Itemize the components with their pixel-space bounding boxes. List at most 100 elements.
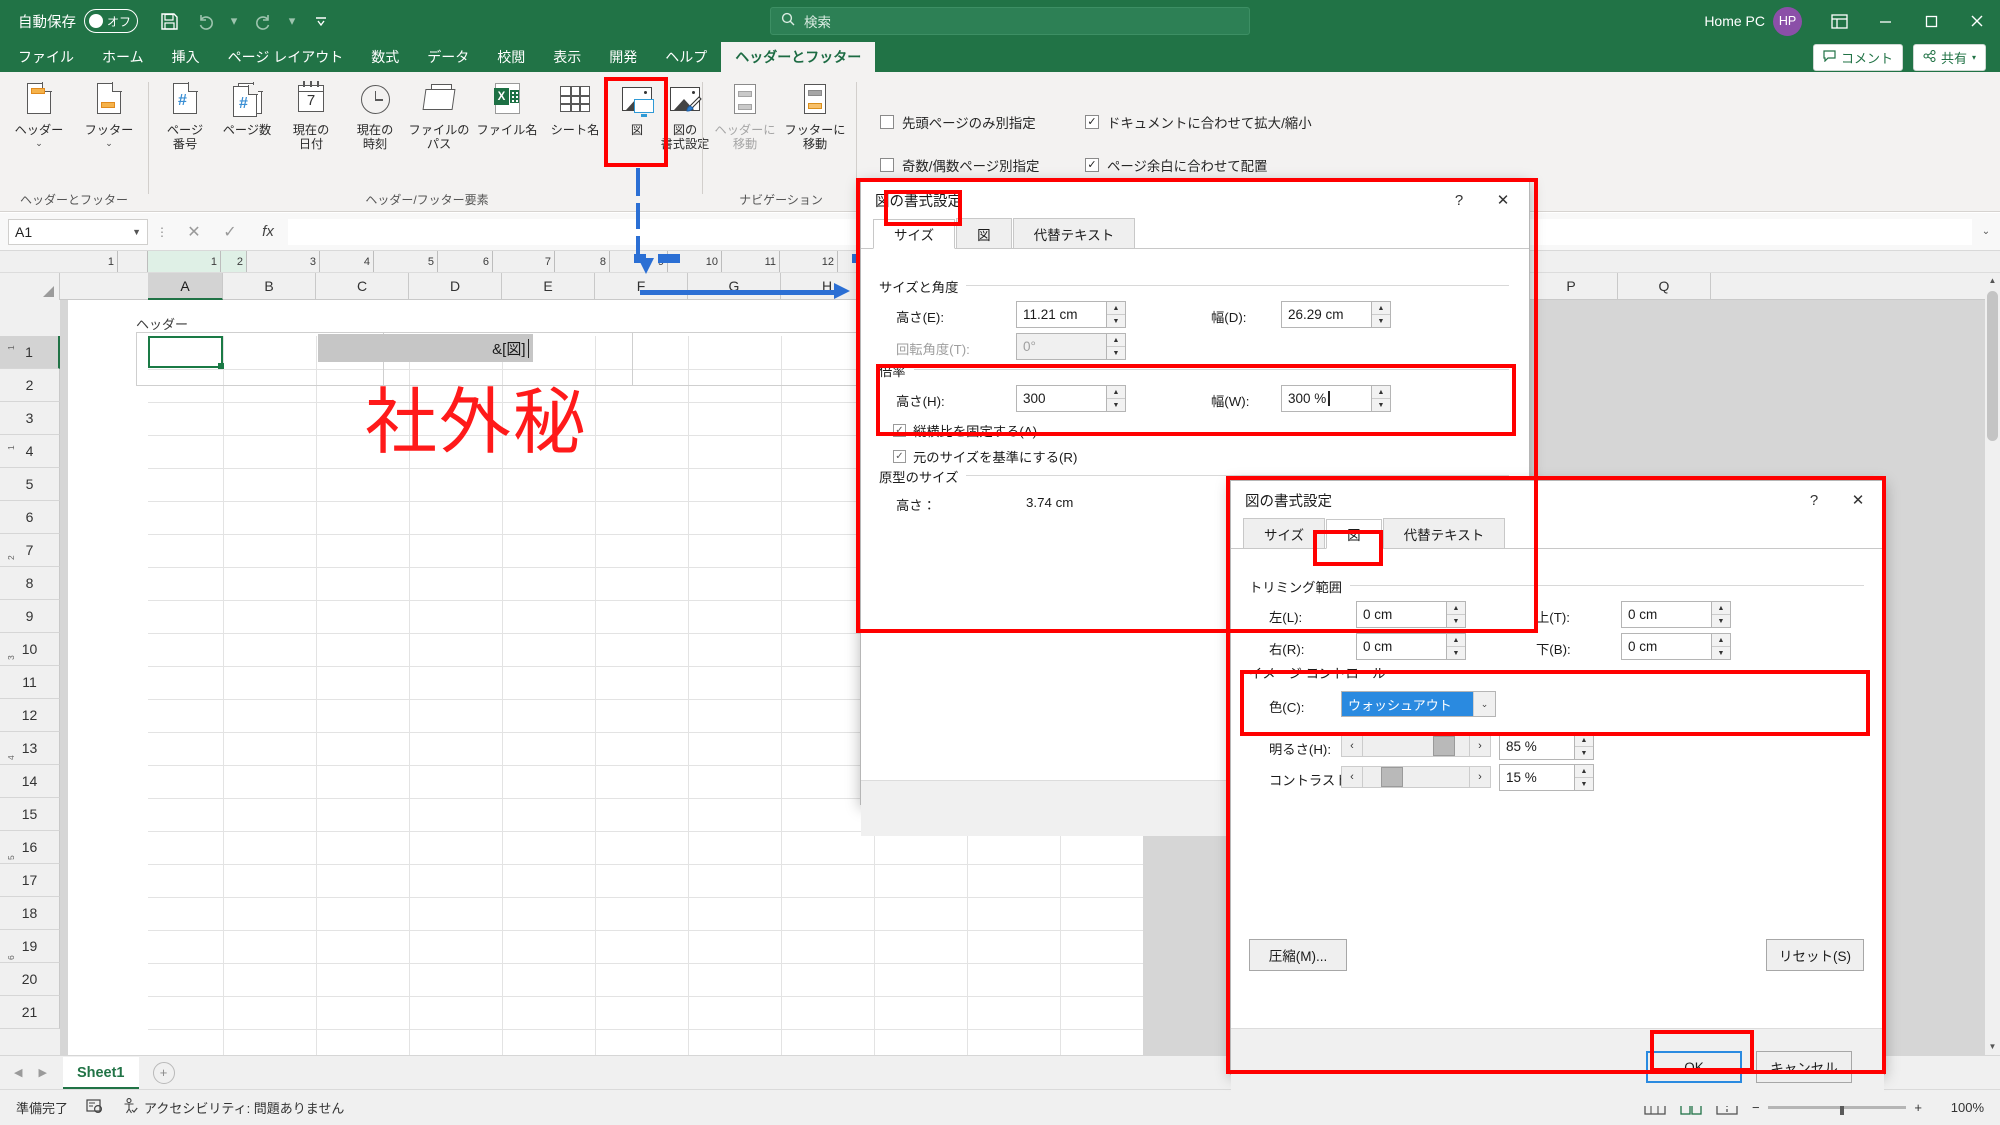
- slider-track[interactable]: [1363, 766, 1469, 788]
- brightness-input[interactable]: 85 %: [1499, 733, 1575, 760]
- current-date-button[interactable]: 7 現在の 日付: [278, 80, 344, 152]
- vertical-scroll-thumb[interactable]: [1987, 291, 1998, 441]
- sheet-name-button[interactable]: シート名: [542, 80, 608, 137]
- slider-left-icon[interactable]: ‹: [1341, 735, 1363, 757]
- scale-height-spinner[interactable]: 300 ▲▼: [1016, 385, 1126, 412]
- help-icon[interactable]: ?: [1792, 483, 1836, 517]
- column-header-q[interactable]: Q: [1618, 273, 1711, 300]
- file-path-button[interactable]: ファイルの パス: [406, 80, 472, 152]
- page-number-button[interactable]: # ページ 番号: [152, 80, 218, 152]
- tab-formulas[interactable]: 数式: [357, 42, 413, 72]
- crop-bottom-input[interactable]: 0 cm: [1621, 633, 1712, 660]
- rotation-spin-buttons[interactable]: ▲▼: [1107, 333, 1126, 360]
- crop-right-input[interactable]: 0 cm: [1356, 633, 1447, 660]
- cancel-button[interactable]: キャンセル: [1756, 1051, 1852, 1083]
- width-spinner[interactable]: 26.29 cm ▲▼: [1281, 301, 1391, 328]
- crop-left-spinner[interactable]: 0 cm ▲▼: [1356, 601, 1466, 628]
- dialog-tab-size[interactable]: サイズ: [1243, 518, 1325, 548]
- color-combobox[interactable]: ウォッシュアウト ⌄: [1341, 691, 1496, 717]
- select-all-corner[interactable]: [0, 273, 60, 300]
- chevron-down-icon[interactable]: ▾: [1972, 53, 1976, 62]
- crop-top-spinner[interactable]: 0 cm ▲▼: [1621, 601, 1731, 628]
- undo-icon[interactable]: [188, 5, 222, 37]
- record-macro-icon[interactable]: [86, 1098, 104, 1117]
- tab-help[interactable]: ヘルプ: [651, 42, 721, 72]
- different-odd-even-checkbox[interactable]: 奇数/偶数ページ別指定: [880, 155, 1039, 175]
- contrast-input[interactable]: 15 %: [1499, 764, 1575, 791]
- column-header-d[interactable]: D: [409, 273, 502, 300]
- height-spinner[interactable]: 11.21 cm ▲▼: [1016, 301, 1126, 328]
- column-header-c[interactable]: C: [316, 273, 409, 300]
- page-count-button[interactable]: # ページ数: [214, 80, 280, 137]
- tab-file[interactable]: ファイル: [0, 42, 88, 72]
- align-with-margins-checkbox[interactable]: ✓ ページ余白に合わせて配置: [1085, 155, 1267, 175]
- column-header-p[interactable]: P: [1525, 273, 1618, 300]
- crop-top-spin-buttons[interactable]: ▲▼: [1712, 601, 1731, 628]
- redo-icon[interactable]: [246, 5, 280, 37]
- rotation-spinner[interactable]: 0° ▲▼: [1016, 333, 1126, 360]
- height-input[interactable]: 11.21 cm: [1016, 301, 1107, 328]
- avatar[interactable]: HP: [1773, 7, 1802, 36]
- active-cell-a1[interactable]: [148, 336, 223, 368]
- header-button[interactable]: ヘッダー ⌄: [6, 80, 72, 146]
- scale-with-document-checkbox[interactable]: ✓ ドキュメントに合わせて拡大/縮小: [1085, 112, 1312, 132]
- slider-track[interactable]: [1363, 735, 1469, 757]
- name-box[interactable]: A1 ▼: [8, 219, 148, 245]
- next-sheet-icon[interactable]: ▶: [38, 1066, 46, 1079]
- tab-header-and-footer[interactable]: ヘッダーとフッター: [721, 42, 875, 72]
- minimize-icon[interactable]: [1862, 0, 1908, 42]
- slider-thumb[interactable]: [1433, 736, 1455, 756]
- slider-right-icon[interactable]: ›: [1469, 735, 1491, 757]
- height-spin-buttons[interactable]: ▲▼: [1107, 301, 1126, 328]
- column-header-a[interactable]: A: [148, 273, 223, 300]
- brightness-spin-buttons[interactable]: ▲▼: [1575, 733, 1594, 760]
- zoom-level[interactable]: 100%: [1936, 1100, 1984, 1115]
- accessibility-status[interactable]: アクセシビリティ: 問題ありません: [122, 1098, 344, 1118]
- cancel-icon[interactable]: ✕: [176, 222, 212, 242]
- chevron-down-icon[interactable]: ⌄: [1473, 692, 1495, 716]
- redo-chevron-down-icon[interactable]: ▾: [282, 5, 302, 37]
- brightness-slider[interactable]: ‹ ›: [1341, 735, 1491, 757]
- header-right-section[interactable]: [633, 333, 880, 385]
- save-icon[interactable]: [152, 5, 186, 37]
- close-icon[interactable]: [1954, 0, 2000, 42]
- share-button[interactable]: 共有 ▾: [1913, 44, 1986, 71]
- scroll-down-icon[interactable]: ▼: [1985, 1039, 2000, 1055]
- zoom-track[interactable]: [1768, 1106, 1907, 1109]
- add-sheet-button[interactable]: +: [153, 1062, 175, 1084]
- previous-sheet-icon[interactable]: ◀: [14, 1066, 22, 1079]
- current-time-button[interactable]: 現在の 時刻: [342, 80, 408, 152]
- tab-home[interactable]: ホーム: [88, 42, 158, 72]
- contrast-spin-buttons[interactable]: ▲▼: [1575, 764, 1594, 791]
- search-box[interactable]: 検索: [770, 7, 1250, 35]
- formula-bar-kebab-icon[interactable]: ⋮: [148, 225, 176, 239]
- brightness-spinner[interactable]: 85 % ▲▼: [1499, 733, 1594, 760]
- reset-button[interactable]: リセット(S): [1766, 939, 1864, 971]
- comments-button[interactable]: コメント: [1813, 44, 1903, 71]
- close-icon[interactable]: ✕: [1481, 183, 1525, 217]
- scale-height-spin-buttons[interactable]: ▲▼: [1107, 385, 1126, 412]
- autosave-control[interactable]: 自動保存 オフ: [18, 9, 138, 33]
- slider-right-icon[interactable]: ›: [1469, 766, 1491, 788]
- goto-header-button[interactable]: ヘッダーに 移動: [712, 80, 778, 152]
- relative-to-original-checkbox[interactable]: ✓ 元のサイズを基準にする(R): [893, 447, 1077, 466]
- contrast-slider[interactable]: ‹ ›: [1341, 766, 1491, 788]
- scroll-up-icon[interactable]: ▲: [1985, 273, 2000, 289]
- tab-data[interactable]: データ: [413, 42, 483, 72]
- autosave-toggle[interactable]: オフ: [84, 9, 138, 33]
- compress-button[interactable]: 圧縮(M)...: [1249, 939, 1347, 971]
- undo-chevron-down-icon[interactable]: ▾: [224, 5, 244, 37]
- dialog-tab-picture[interactable]: 図: [956, 218, 1012, 248]
- contrast-spinner[interactable]: 15 % ▲▼: [1499, 764, 1594, 791]
- zoom-in-button[interactable]: +: [1914, 1100, 1922, 1115]
- crop-left-input[interactable]: 0 cm: [1356, 601, 1447, 628]
- dialog-tab-picture[interactable]: 図: [1326, 519, 1382, 549]
- crop-bottom-spinner[interactable]: 0 cm ▲▼: [1621, 633, 1731, 660]
- tab-view[interactable]: 表示: [539, 42, 595, 72]
- dialog-tab-alt-text[interactable]: 代替テキスト: [1013, 218, 1136, 248]
- scale-width-input[interactable]: 300 %: [1281, 385, 1372, 412]
- footer-button[interactable]: フッター ⌄: [76, 80, 142, 146]
- chevron-down-icon[interactable]: ▼: [132, 227, 141, 237]
- chevron-down-icon[interactable]: ⌄: [35, 140, 43, 146]
- scale-width-spin-buttons[interactable]: ▲▼: [1372, 385, 1391, 412]
